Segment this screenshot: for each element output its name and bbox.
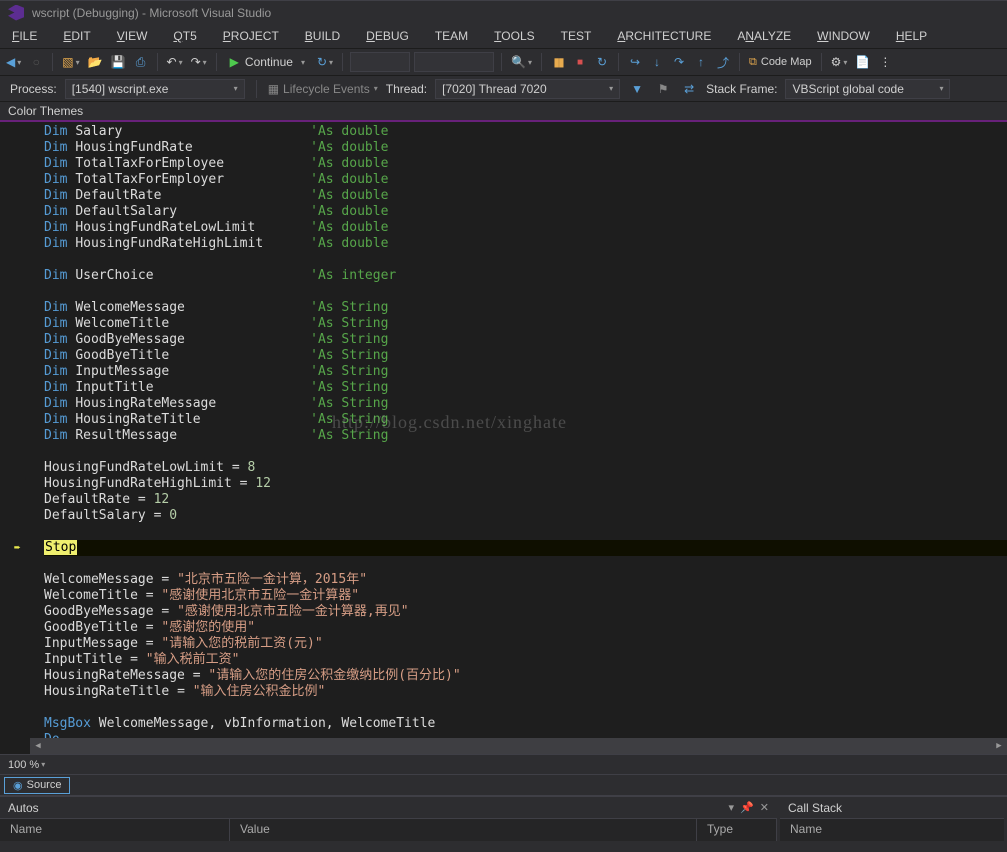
main-toolbar: ◀ ○ ▧ 📂 💾 ⎙ ↶ ↷ ▶ Continue ↻ 🔍 ▮▮ ■ ↻ ↪ … (0, 48, 1007, 76)
source-tab-bar: ◉ Source (0, 774, 1007, 796)
lifecycle-events-button[interactable]: ▦ Lifecycle Events ▾ (268, 82, 378, 96)
open-file-button[interactable]: 📂 (86, 52, 105, 72)
code-editor[interactable]: ➨ Dim Salary 'As double Dim HousingFundR… (0, 122, 1007, 754)
menu-team[interactable]: TEAM (431, 27, 472, 45)
source-tab-label: Source (27, 779, 62, 791)
process-label: Process: (10, 82, 57, 96)
scroll-left-icon[interactable]: ◀ (30, 738, 46, 754)
continue-label: Continue (245, 55, 293, 69)
autos-title-bar: Autos ▾ 📌 ✕ (0, 797, 777, 819)
callstack-title: Call Stack (788, 801, 842, 815)
menu-build[interactable]: BUILD (301, 27, 344, 45)
menu-help[interactable]: HELP (892, 27, 931, 45)
misc-button-3[interactable]: ⋮ (876, 52, 894, 72)
redo-button[interactable]: ↷ (189, 52, 209, 72)
scroll-right-icon[interactable]: ▶ (991, 738, 1007, 754)
autos-pin-icon[interactable]: 📌 (740, 801, 754, 814)
process-select[interactable]: [1540] wscript.exe (65, 79, 245, 99)
find-button[interactable]: 🔍 (509, 52, 534, 72)
menu-project[interactable]: PROJECT (219, 27, 283, 45)
callstack-columns: Name (780, 819, 1004, 841)
show-threads-button[interactable]: ⇄ (680, 79, 698, 99)
source-tab[interactable]: ◉ Source (4, 777, 70, 794)
lifecycle-label: Lifecycle Events (283, 82, 370, 96)
menu-view[interactable]: VIEW (113, 27, 152, 45)
filter-threads-button[interactable]: ▼ (628, 79, 646, 99)
menu-analyze[interactable]: ANALYZE (733, 27, 795, 45)
horizontal-scrollbar[interactable]: ◀ ▶ (30, 738, 1007, 754)
zoom-select[interactable]: 100 % (8, 759, 45, 771)
autos-col-type[interactable]: Type (697, 819, 777, 841)
new-project-button[interactable]: ▧ (60, 52, 81, 72)
autos-columns: Name Value Type (0, 819, 777, 841)
browser-link-button[interactable]: ↻ (315, 52, 335, 72)
restart-button[interactable]: ↻ (593, 52, 611, 72)
stackframe-select[interactable]: VBScript global code (785, 79, 950, 99)
stackframe-label: Stack Frame: (706, 82, 777, 96)
autos-title: Autos (8, 801, 39, 815)
menu-qt5[interactable]: QT5 (169, 27, 200, 45)
autos-col-value[interactable]: Value (230, 819, 697, 841)
code-map-button[interactable]: ⧉ Code Map (747, 52, 814, 72)
continue-button[interactable]: ▶ Continue (224, 51, 311, 73)
menu-tools[interactable]: TOOLS (490, 27, 538, 45)
menu-architecture[interactable]: ARCHITECTURE (613, 27, 715, 45)
vs-logo-icon (8, 5, 24, 21)
current-line-arrow-icon: ➨ (14, 540, 21, 556)
flag-threads-button[interactable]: ⚑ (654, 79, 672, 99)
menu-window[interactable]: WINDOW (813, 27, 874, 45)
pause-button[interactable]: ▮▮ (549, 52, 567, 72)
solution-platform-select[interactable] (414, 52, 494, 72)
step-over-2-button[interactable]: ⤴ (714, 52, 732, 72)
editor-gutter: ➨ (0, 122, 30, 754)
navigate-forward-button[interactable]: ○ (27, 52, 45, 72)
menu-bar: FILE EDIT VIEW QT5 PROJECT BUILD DEBUG TEAM TOOL… (0, 24, 1007, 48)
show-next-button[interactable]: ↪ (626, 52, 644, 72)
autos-panel: Autos ▾ 📌 ✕ Name Value Type (0, 797, 780, 842)
save-button[interactable]: 💾 (109, 52, 128, 72)
step-over-button[interactable]: ↷ (670, 52, 688, 72)
code-area[interactable]: Dim Salary 'As double Dim HousingFundRat… (30, 122, 1007, 754)
callstack-col-name[interactable]: Name (780, 819, 1004, 841)
bottom-panels: Autos ▾ 📌 ✕ Name Value Type Call Stack N… (0, 796, 1007, 842)
code-map-label: Code Map (761, 56, 812, 68)
navigate-back-button[interactable]: ◀ (4, 52, 23, 72)
menu-edit[interactable]: EDIT (59, 27, 94, 45)
window-title: wscript (Debugging) - Microsoft Visual S… (32, 6, 271, 20)
thread-label: Thread: (386, 82, 427, 96)
save-all-button[interactable]: ⎙ (132, 52, 150, 72)
callstack-title-bar: Call Stack (780, 797, 1004, 819)
autos-dropdown-icon[interactable]: ▾ (729, 801, 735, 814)
step-out-button[interactable]: ↑ (692, 52, 710, 72)
lifecycle-icon: ▦ (268, 82, 279, 96)
misc-button-1[interactable]: ⚙ (829, 52, 850, 72)
code-map-icon: ⧉ (749, 56, 757, 69)
autos-col-name[interactable]: Name (0, 819, 230, 841)
play-icon: ▶ (230, 55, 239, 69)
title-bar: wscript (Debugging) - Microsoft Visual S… (0, 0, 1007, 24)
menu-test[interactable]: TEST (557, 27, 596, 45)
menu-debug[interactable]: DEBUG (362, 27, 413, 45)
source-tab-icon: ◉ (13, 779, 23, 792)
thread-select[interactable]: [7020] Thread 7020 (435, 79, 620, 99)
misc-button-2[interactable]: 📄 (853, 52, 872, 72)
debug-location-toolbar: Process: [1540] wscript.exe ▦ Lifecycle … (0, 76, 1007, 102)
menu-file[interactable]: FILE (8, 27, 41, 45)
stop-debug-button[interactable]: ■ (571, 52, 589, 72)
undo-button[interactable]: ↶ (165, 52, 185, 72)
solution-config-select[interactable] (350, 52, 410, 72)
color-themes-panel-title: Color Themes (0, 102, 1007, 122)
step-into-button[interactable]: ↓ (648, 52, 666, 72)
autos-close-icon[interactable]: ✕ (760, 801, 769, 814)
editor-zoom-bar: 100 % (0, 754, 1007, 774)
callstack-panel: Call Stack Name (780, 797, 1007, 842)
